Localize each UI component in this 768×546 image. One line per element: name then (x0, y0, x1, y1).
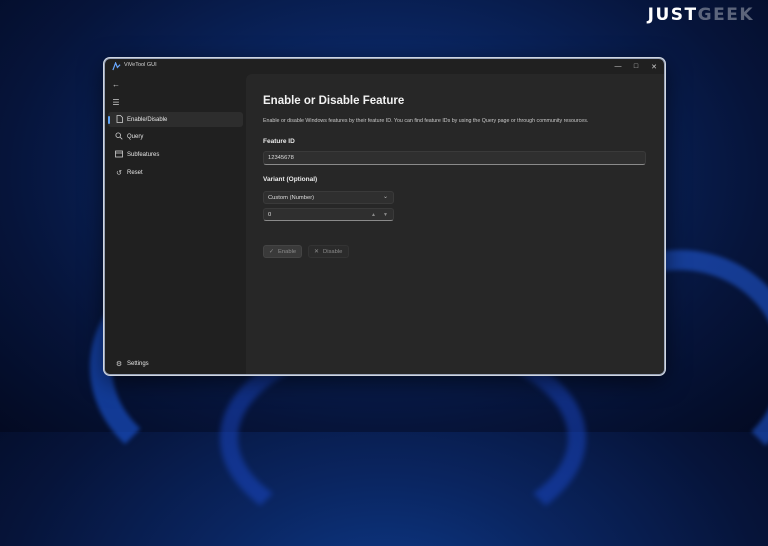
feature-id-input[interactable]: 12345678 (263, 151, 646, 165)
sidebar-item-query[interactable]: Query (108, 129, 243, 144)
main-content: Enable or Disable Feature Enable or disa… (246, 74, 664, 374)
enable-button[interactable]: ✓ Enable (263, 245, 302, 258)
feature-id-value: 12345678 (268, 155, 294, 161)
chevron-down-icon: ⌄ (382, 194, 388, 200)
variant-number-value: 0 (268, 211, 272, 218)
cross-icon: ✕ (314, 249, 320, 255)
checkmark-icon: ✓ (269, 249, 275, 255)
sidebar-item-reset[interactable]: ↺ Reset (108, 165, 243, 180)
sidebar: ← ☰ Enable/Disable Query Subfeatures ↺ R… (105, 74, 246, 374)
back-arrow-icon[interactable]: ← (110, 78, 122, 90)
selection-indicator (108, 116, 110, 124)
title-bar[interactable]: ViVeTool GUI — □ ✕ (105, 59, 664, 74)
variant-number-box[interactable]: 0 ▲ ▼ (263, 208, 394, 221)
feature-id-label: Feature ID (263, 138, 295, 145)
window-title: ViVeTool GUI (124, 62, 157, 68)
search-icon (114, 132, 124, 142)
page-description: Enable or disable Windows features by th… (263, 118, 589, 124)
variant-dropdown[interactable]: Custom (Number) ⌄ (263, 191, 394, 204)
sidebar-item-label: Query (127, 133, 144, 140)
hamburger-menu-icon[interactable]: ☰ (110, 96, 122, 108)
increment-button[interactable]: ▲ (368, 210, 379, 219)
sidebar-item-label: Subfeatures (127, 151, 160, 158)
sidebar-item-enable-disable[interactable]: Enable/Disable (108, 112, 243, 127)
app-window: ViVeTool GUI — □ ✕ ← ☰ Enable/Disable Qu… (104, 58, 665, 375)
page-title: Enable or Disable Feature (263, 95, 405, 107)
document-icon (114, 114, 124, 125)
variant-label: Variant (Optional) (263, 176, 318, 183)
maximize-button[interactable]: □ (628, 61, 644, 72)
sidebar-item-subfeatures[interactable]: Subfeatures (108, 147, 243, 162)
disable-button[interactable]: ✕ Disable (308, 245, 349, 258)
minimize-button[interactable]: — (610, 61, 626, 72)
reset-icon: ↺ (116, 169, 122, 177)
sidebar-item-label: Settings (127, 360, 149, 367)
sidebar-item-label: Enable/Disable (127, 116, 168, 123)
gear-icon: ⚙ (115, 360, 123, 368)
close-button[interactable]: ✕ (646, 61, 662, 72)
sidebar-item-settings[interactable]: ⚙ Settings (108, 356, 243, 371)
decrement-button[interactable]: ▼ (380, 210, 391, 219)
sidebar-item-label: Reset (127, 169, 143, 176)
app-logo-icon (112, 62, 121, 71)
subfeatures-icon (114, 150, 124, 160)
variant-dropdown-value: Custom (Number) (268, 194, 315, 201)
watermark-logo: JUSTGEEK (647, 5, 754, 25)
